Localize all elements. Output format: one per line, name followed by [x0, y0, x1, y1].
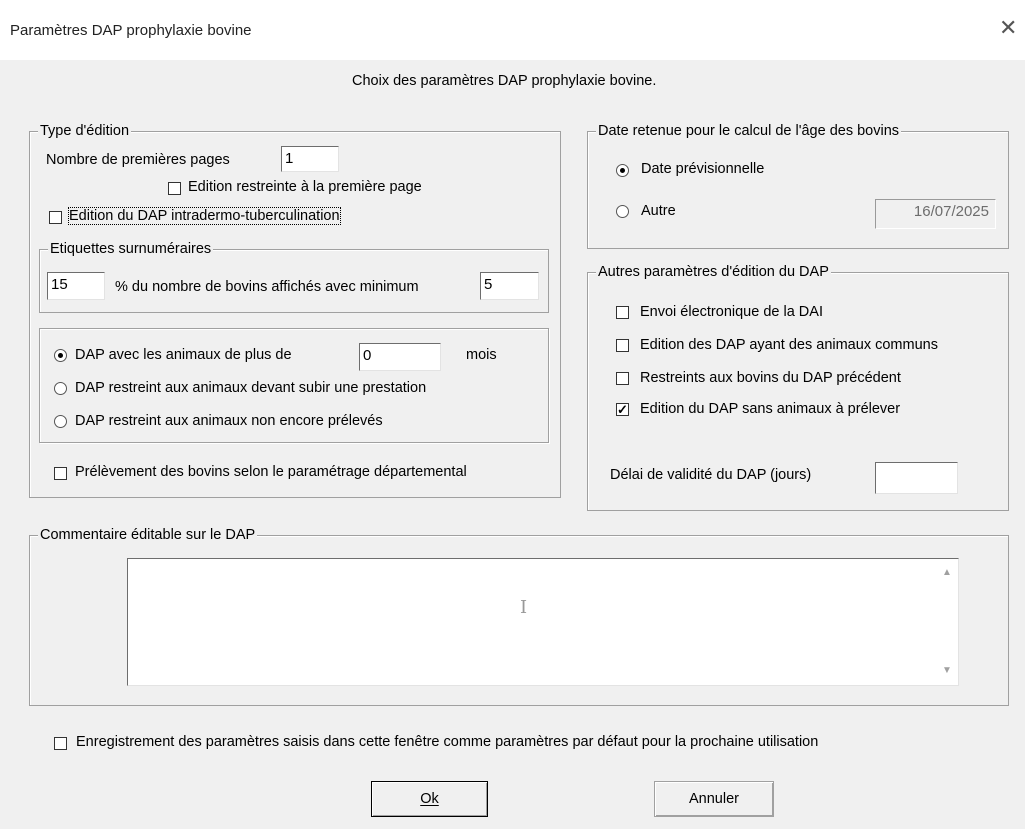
close-icon[interactable]: ✕ [999, 15, 1017, 41]
intradermo-label: Edition du DAP intradermo-tuberculinatio… [68, 207, 341, 225]
dap-option-3-label: DAP restreint aux animaux non encore pré… [75, 413, 383, 429]
scroll-down-icon[interactable]: ▼ [942, 665, 952, 676]
prelevement-checkbox[interactable] [54, 467, 67, 480]
communs-label: Edition des DAP ayant des animaux commun… [640, 337, 938, 353]
ok-button[interactable]: Ok [371, 781, 488, 817]
restreints-label: Restreints aux bovins du DAP précédent [640, 370, 901, 386]
window-title: Paramètres DAP prophylaxie bovine [10, 22, 252, 39]
nb-pages-label: Nombre de premières pages [46, 152, 230, 168]
dialog-header: Choix des paramètres DAP prophylaxie bov… [352, 73, 657, 89]
delai-input[interactable] [875, 462, 958, 494]
nb-pages-input[interactable]: 1 [281, 146, 339, 172]
radio-selected-dot [620, 168, 625, 173]
date-autre-radio[interactable] [616, 205, 629, 218]
date-previsionnelle-label: Date prévisionnelle [641, 161, 765, 177]
annuler-button[interactable]: Annuler [654, 781, 774, 817]
delai-label: Délai de validité du DAP (jours) [610, 467, 812, 483]
date-previsionnelle-radio[interactable] [616, 164, 629, 177]
enregistrement-label: Enregistrement des paramètres saisis dan… [76, 734, 819, 750]
etiquettes-legend: Etiquettes surnuméraires [48, 240, 214, 258]
dap-option-1-label: DAP avec les animaux de plus de [75, 347, 292, 363]
enregistrement-checkbox[interactable] [54, 737, 67, 750]
date-legend: Date retenue pour le calcul de l'âge des… [596, 122, 902, 140]
autres-legend: Autres paramètres d'édition du DAP [596, 263, 831, 281]
type-edition-legend: Type d'édition [38, 122, 132, 140]
percent-label: % du nombre de bovins affichés avec mini… [115, 279, 419, 295]
restreinte-checkbox[interactable] [168, 182, 181, 195]
text-cursor-icon: I [520, 597, 528, 618]
restreints-checkbox[interactable] [616, 372, 629, 385]
date-autre-label: Autre [641, 203, 676, 219]
annuler-button-label: Annuler [689, 791, 739, 807]
prelevement-label: Prélèvement des bovins selon le paramétr… [75, 464, 467, 480]
communs-checkbox[interactable] [616, 339, 629, 352]
envoi-label: Envoi électronique de la DAI [640, 304, 823, 320]
sans-animaux-checkbox[interactable]: ✓ [616, 403, 629, 416]
dap-option-3-radio[interactable] [54, 415, 67, 428]
title-bar: Paramètres DAP prophylaxie bovine ✕ [0, 0, 1025, 60]
intradermo-checkbox[interactable] [49, 211, 62, 224]
commentaire-legend: Commentaire éditable sur le DAP [38, 526, 258, 544]
dap-option-2-label: DAP restreint aux animaux devant subir u… [75, 380, 427, 396]
percent-input[interactable]: 15 [47, 272, 105, 300]
months-unit: mois [466, 347, 497, 363]
commentaire-textarea[interactable]: I ▲ ▼ [127, 558, 959, 686]
commentaire-scrollbar[interactable]: ▲ ▼ [938, 559, 958, 685]
date-group: Date retenue pour le calcul de l'âge des… [587, 122, 1009, 249]
minimum-input[interactable]: 5 [480, 272, 539, 300]
months-input[interactable]: 0 [359, 343, 441, 371]
ok-button-label: Ok [420, 791, 439, 807]
dap-option-2-radio[interactable] [54, 382, 67, 395]
date-autre-input[interactable]: 16/07/2025 [875, 199, 996, 229]
scroll-up-icon[interactable]: ▲ [942, 567, 952, 578]
sans-animaux-label: Edition du DAP sans animaux à prélever [640, 401, 901, 417]
dap-option-1-radio[interactable] [54, 349, 67, 362]
envoi-checkbox[interactable] [616, 306, 629, 319]
restreinte-label: Edition restreinte à la première page [188, 179, 422, 195]
radio-selected-dot [58, 353, 63, 358]
